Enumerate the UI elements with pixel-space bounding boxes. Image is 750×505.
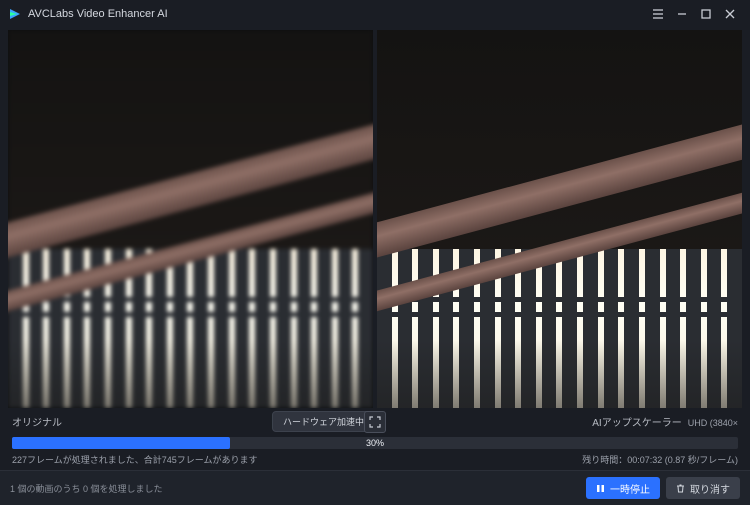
progress-section: 30%	[0, 433, 750, 451]
expand-button[interactable]	[364, 411, 386, 433]
resolution-label: UHD (3840×	[688, 418, 738, 428]
cancel-label: 取り消す	[690, 481, 730, 496]
compare-labels-row: オリジナル ハードウェア加速中 AIアップスケーラー UHD (3840×	[0, 408, 750, 433]
original-label: オリジナル	[12, 418, 62, 429]
original-pane	[8, 30, 373, 408]
progress-bar: 30%	[12, 437, 738, 449]
pause-label: 一時停止	[610, 481, 650, 496]
remaining-time: 残り時間：00:07:32 (0.87 秒/フレーム)	[582, 455, 738, 465]
hw-accel-chip: ハードウェア加速中	[272, 411, 375, 432]
upscaled-pane	[377, 30, 742, 408]
hw-accel-label: ハードウェア加速中	[283, 417, 364, 427]
titlebar: AVCLabs Video Enhancer AI	[0, 0, 750, 28]
minimize-button[interactable]	[670, 2, 694, 26]
queue-status: 1 個の動画のうち 0 個を処理しました	[10, 484, 163, 494]
app-logo-icon	[8, 7, 22, 21]
trash-icon	[676, 484, 685, 493]
pause-button[interactable]: 一時停止	[586, 477, 660, 499]
frames-status: 227フレームが処理されました、合計745フレームがあります	[12, 455, 258, 465]
progress-info-row: 227フレームが処理されました、合計745フレームがあります 残り時間：00:0…	[0, 451, 750, 470]
original-frame	[8, 30, 373, 408]
upscaled-label: AIアップスケーラー	[592, 414, 681, 429]
footer: 1 個の動画のうち 0 個を処理しました 一時停止 取り消す	[0, 470, 750, 505]
compare-area	[0, 28, 750, 408]
progress-percent: 30%	[366, 438, 384, 448]
upscaled-frame	[377, 30, 742, 408]
maximize-button[interactable]	[694, 2, 718, 26]
menu-button[interactable]	[646, 2, 670, 26]
close-button[interactable]	[718, 2, 742, 26]
app-title: AVCLabs Video Enhancer AI	[28, 8, 168, 20]
cancel-button[interactable]: 取り消す	[666, 477, 740, 499]
progress-fill	[12, 437, 230, 449]
pause-icon	[596, 484, 605, 493]
